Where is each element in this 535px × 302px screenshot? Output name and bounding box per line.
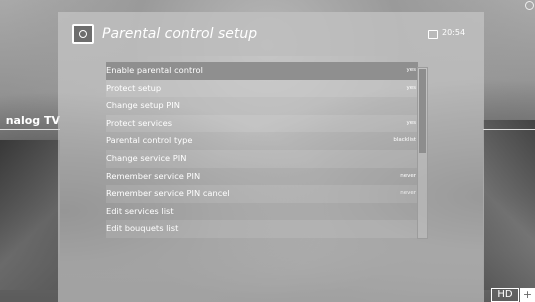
corner-indicator bbox=[525, 1, 534, 10]
background-divider-right bbox=[483, 129, 535, 130]
menu-item-protect-services[interactable]: Protect services yes bbox=[106, 114, 418, 133]
menu-item-edit-services-list[interactable]: Edit services list bbox=[106, 203, 418, 221]
menu-item-change-service-pin[interactable]: Change service PIN bbox=[106, 149, 418, 168]
background-divider-left bbox=[0, 129, 60, 130]
clock-time: 20:54 bbox=[442, 28, 466, 37]
menu-item-value: yes bbox=[406, 84, 416, 91]
menu-item-label: Parental control type bbox=[106, 135, 193, 146]
clock-icon bbox=[428, 30, 438, 39]
menu-item-protect-setup[interactable]: Protect setup yes bbox=[106, 79, 418, 98]
menu-item-label: Enable parental control bbox=[106, 65, 203, 75]
menu-item-change-setup-pin[interactable]: Change setup PIN bbox=[106, 97, 418, 115]
menu-item-label: Change setup PIN bbox=[106, 100, 180, 111]
menu-item-value: never bbox=[400, 172, 416, 179]
menu-item-label: Protect services bbox=[106, 117, 173, 128]
page-title: Parental control setup bbox=[102, 26, 258, 42]
menu-item-value: yes bbox=[406, 67, 416, 73]
menu-item-parental-control-type[interactable]: Parental control type blacklist bbox=[106, 132, 418, 150]
hd-badge: HD bbox=[491, 288, 519, 302]
settings-list: Enable parental control yes Protect setu… bbox=[106, 62, 418, 238]
menu-item-edit-bouquets-list[interactable]: Edit bouquets list bbox=[106, 220, 418, 238]
menu-item-value: blacklist bbox=[393, 137, 416, 144]
menu-item-label: Edit services list bbox=[106, 205, 174, 216]
settings-icon bbox=[72, 24, 94, 44]
menu-item-label: Protect setup bbox=[106, 82, 162, 93]
panel-header: Parental control setup 20:54 bbox=[58, 12, 484, 56]
menu-item-label: Change service PIN bbox=[106, 152, 187, 163]
menu-item-remember-service-pin-cancel[interactable]: Remember service PIN cancel never bbox=[106, 185, 418, 203]
menu-item-value: yes bbox=[406, 119, 416, 126]
scrollbar-thumb[interactable] bbox=[419, 69, 426, 153]
menu-item-label: Remember service PIN bbox=[106, 170, 201, 181]
list-scrollbar[interactable] bbox=[417, 67, 428, 239]
menu-item-enable-parental-control[interactable]: Enable parental control yes bbox=[106, 62, 418, 80]
menu-item-value: never bbox=[400, 190, 416, 197]
plus-badge: + bbox=[520, 288, 535, 302]
menu-item-label: Remember service PIN cancel bbox=[106, 188, 230, 199]
menu-item-label: Edit bouquets list bbox=[106, 223, 179, 234]
background-channel-label: nalog TV bbox=[5, 114, 60, 127]
menu-item-remember-service-pin[interactable]: Remember service PIN never bbox=[106, 168, 418, 186]
background-left-area bbox=[0, 140, 60, 290]
background-right-area bbox=[483, 120, 535, 290]
